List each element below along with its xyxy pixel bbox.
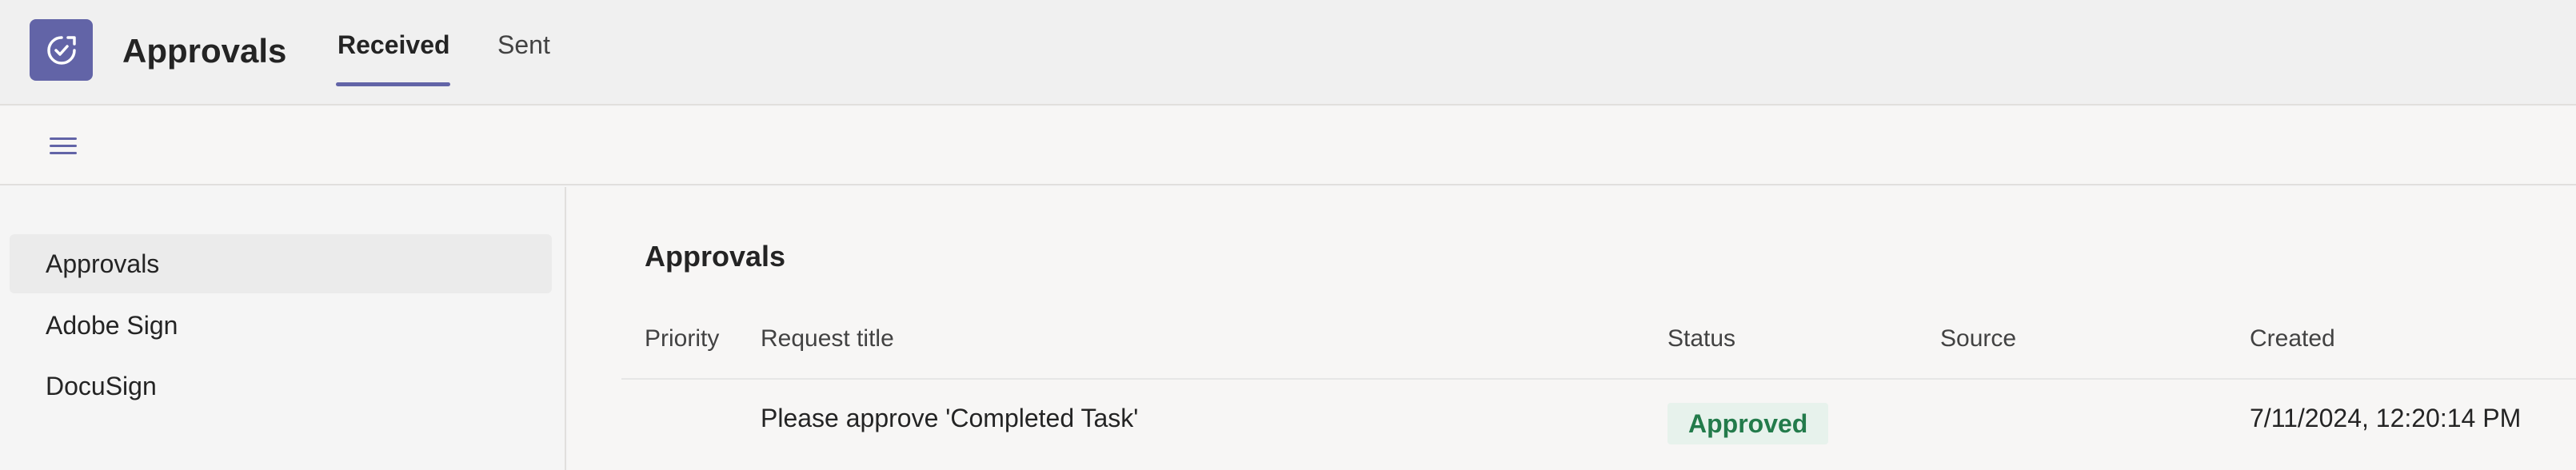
row-request-title[interactable]: Please approve 'Completed Task' [761, 402, 1138, 434]
sidebar: Approvals Adobe Sign DocuSign [0, 187, 566, 470]
column-header-source[interactable]: Source [1940, 325, 2016, 353]
sidebar-item-label: Approvals [46, 249, 160, 278]
app-header: Approvals Received Sent [0, 0, 2576, 106]
tab-received[interactable]: Received [337, 29, 450, 61]
status-badge: Approved [1667, 403, 1829, 444]
column-header-priority[interactable]: Priority [645, 325, 719, 353]
sidebar-item-adobe-sign[interactable]: Adobe Sign [10, 296, 552, 355]
main-content: Approvals Priority Request title Status … [568, 187, 2576, 470]
active-tab-indicator [336, 82, 450, 86]
hamburger-icon[interactable] [48, 134, 78, 158]
column-header-status[interactable]: Status [1667, 325, 1735, 353]
toolbar [0, 107, 2576, 185]
sidebar-item-docusign[interactable]: DocuSign [10, 356, 552, 416]
approvals-check-icon [46, 35, 76, 65]
approvals-app-icon[interactable] [30, 19, 93, 81]
column-header-created[interactable]: Created [2250, 325, 2335, 353]
tab-sent[interactable]: Sent [497, 29, 550, 61]
sidebar-item-label: DocuSign [46, 372, 157, 400]
section-title: Approvals [645, 240, 786, 273]
sidebar-item-approvals[interactable]: Approvals [10, 234, 552, 293]
column-header-request-title[interactable]: Request title [761, 325, 894, 353]
row-created: 7/11/2024, 12:20:14 PM [2250, 404, 2522, 432]
sidebar-item-label: Adobe Sign [46, 311, 178, 340]
app-title: Approvals [122, 32, 287, 70]
